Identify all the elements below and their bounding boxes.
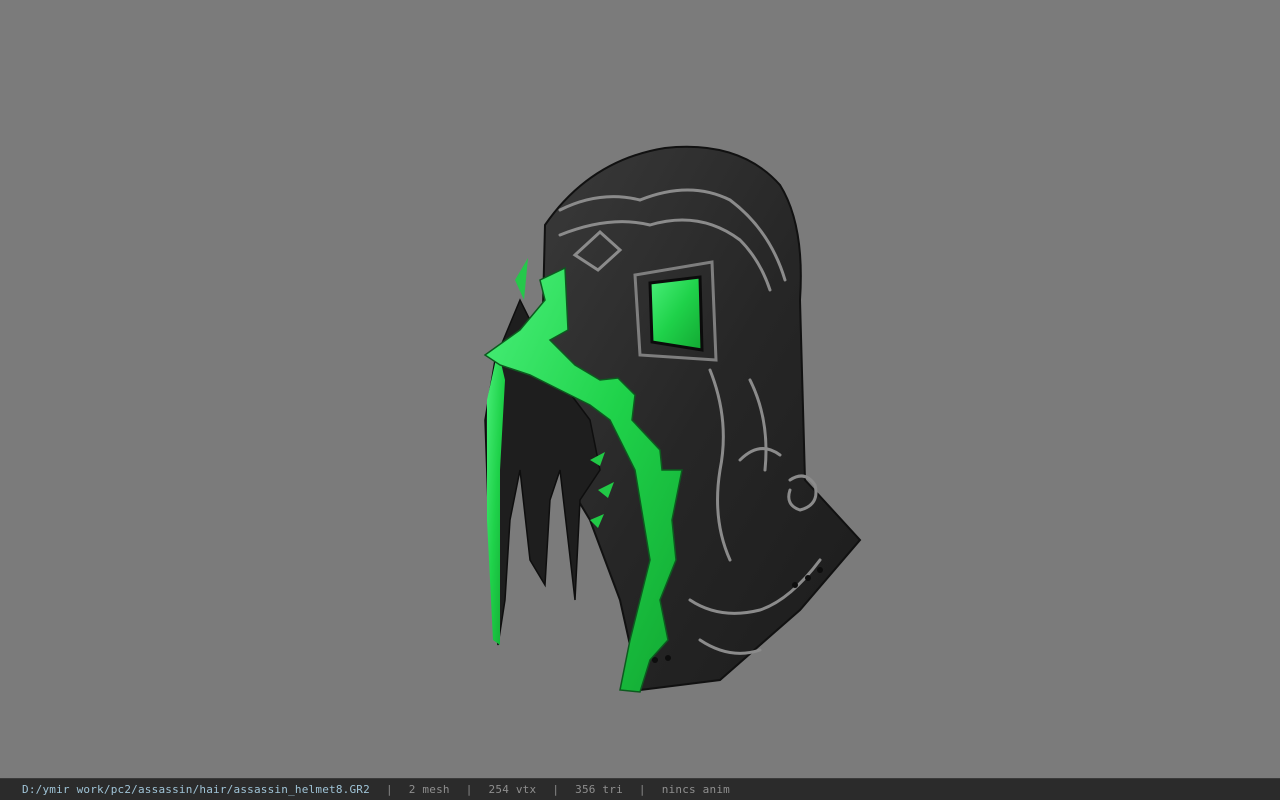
animation-status: nincs anim — [661, 783, 730, 796]
helmet-model — [483, 145, 862, 693]
status-bar: D:/ymir work/pc2/assassin/hair/assassin_… — [0, 778, 1280, 800]
green-gem — [648, 275, 704, 352]
3d-viewport[interactable] — [0, 0, 1280, 778]
file-path: D:/ymir work/pc2/assassin/hair/assassin_… — [22, 783, 370, 796]
status-separator: | — [638, 783, 646, 796]
triangle-count: 356 tri — [575, 783, 623, 796]
status-separator: | — [552, 783, 560, 796]
mesh-count: 2 mesh — [408, 783, 450, 796]
vertex-count: 254 vtx — [488, 783, 537, 796]
green-top-left — [515, 258, 528, 300]
status-separator: | — [465, 783, 473, 796]
status-separator: | — [385, 783, 393, 796]
